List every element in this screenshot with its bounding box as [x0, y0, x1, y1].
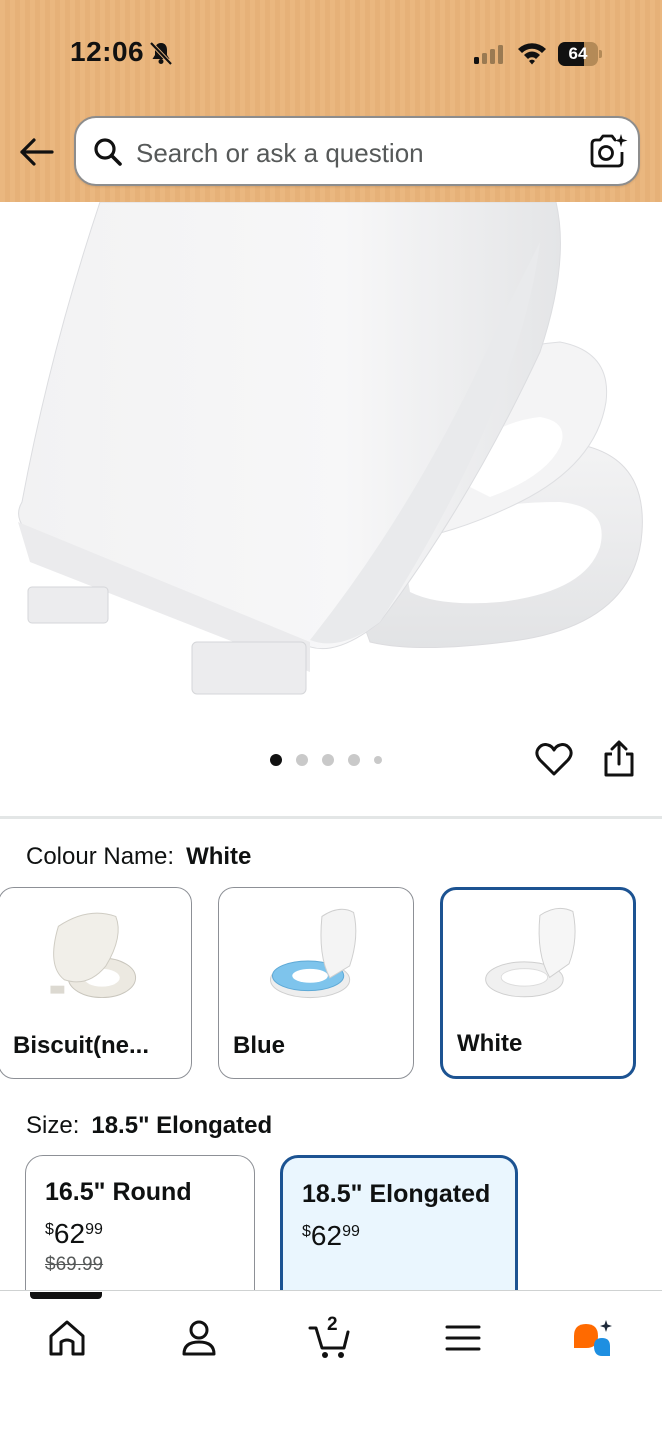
colour-option-white[interactable]: White	[440, 887, 636, 1079]
signal-icon	[474, 45, 503, 64]
image-pager[interactable]	[270, 752, 396, 768]
heart-icon[interactable]	[534, 740, 574, 778]
colour-option-biscuit[interactable]: Biscuit(ne...	[0, 887, 192, 1079]
pager-dot[interactable]	[348, 754, 360, 766]
size-option-name: 18.5" Elongated	[302, 1180, 491, 1208]
battery-indicator: 64	[558, 42, 602, 66]
swatch-image	[269, 908, 357, 999]
rufus-icon[interactable]	[570, 1316, 614, 1360]
colour-option-label: White	[457, 1030, 523, 1057]
size-option-list-price: $69.99	[45, 1254, 104, 1275]
section-divider	[0, 816, 662, 819]
size-selected-value: 18.5" Elongated	[91, 1112, 273, 1139]
cart-button[interactable]: 2	[308, 1314, 352, 1360]
pager-dot[interactable]	[296, 754, 308, 766]
colour-heading: Colour Name: White	[26, 843, 251, 871]
bottom-nav	[0, 1290, 662, 1440]
search-input[interactable]: Search or ask a question	[74, 116, 640, 186]
colour-label: Colour Name:	[26, 843, 175, 870]
camera-search-icon[interactable]	[588, 132, 628, 170]
size-option-name: 16.5" Round	[45, 1178, 192, 1206]
battery-percent: 64	[568, 44, 588, 63]
pager-dot[interactable]	[374, 756, 382, 764]
toilet-seat-image	[18, 202, 643, 695]
home-icon[interactable]	[45, 1316, 89, 1360]
size-label: Size:	[26, 1112, 80, 1139]
size-option-price: $6299	[45, 1218, 103, 1249]
colour-option-label: Blue	[233, 1032, 286, 1059]
bell-slash-icon	[149, 41, 173, 66]
nav-active-indicator	[30, 1292, 102, 1299]
colour-selected-value: White	[186, 843, 252, 870]
product-image[interactable]	[0, 202, 662, 722]
header: 12:06 64 Search or ask a question	[0, 0, 662, 202]
size-heading: Size: 18.5" Elongated	[26, 1112, 272, 1140]
status-time: 12:06	[70, 36, 145, 67]
menu-icon[interactable]	[441, 1316, 485, 1360]
back-button[interactable]	[16, 134, 56, 170]
size-option-price: $6299	[302, 1220, 360, 1251]
cart-count: 2	[327, 1314, 338, 1335]
search-placeholder: Search or ask a question	[136, 138, 424, 168]
wifi-icon	[518, 43, 546, 65]
pager-dot[interactable]	[270, 754, 282, 766]
pager-dot[interactable]	[322, 754, 334, 766]
account-icon[interactable]	[177, 1316, 221, 1360]
share-icon[interactable]	[602, 740, 636, 778]
search-icon	[94, 138, 122, 166]
colour-option-label: Biscuit(ne...	[13, 1032, 150, 1059]
colour-option-blue[interactable]: Blue	[218, 887, 414, 1079]
swatch-image	[50, 912, 137, 999]
swatch-image	[485, 907, 576, 998]
